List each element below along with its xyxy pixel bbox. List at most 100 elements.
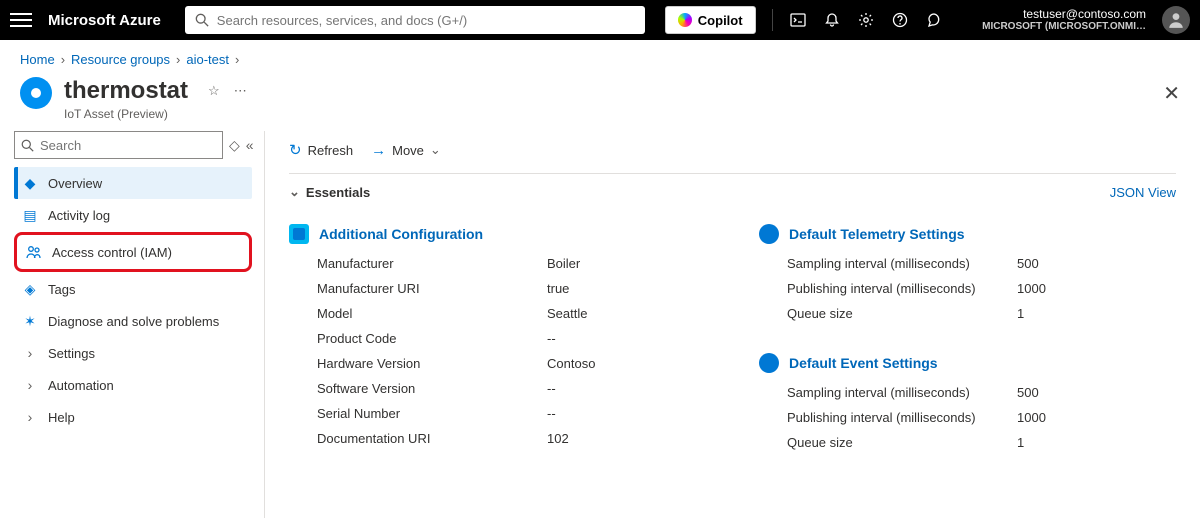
account-info[interactable]: testuser@contoso.com MICROSOFT (MICROSOF…	[982, 8, 1146, 32]
kv-row: Software Version--	[317, 381, 719, 396]
kv-row: ModelSeattle	[317, 306, 719, 321]
kv-key: Publishing interval (milliseconds)	[787, 410, 1017, 425]
global-search[interactable]	[185, 6, 645, 34]
kv-key: Manufacturer	[317, 256, 547, 271]
kv-value: 500	[1017, 256, 1039, 271]
more-icon[interactable]: ⋯	[234, 83, 247, 99]
kv-row: Serial Number--	[317, 406, 719, 421]
global-header: Microsoft Azure Copilot testuser@contoso…	[0, 0, 1200, 40]
kv-key: Manufacturer URI	[317, 281, 547, 296]
sidebar: ◇ « ◆ Overview ▤ Activity log Access con…	[0, 131, 260, 518]
sidebar-item-label: Automation	[48, 378, 114, 393]
breadcrumb: Home › Resource groups › aio-test ›	[0, 40, 1200, 73]
log-icon: ▤	[22, 207, 38, 223]
favorite-icon[interactable]: ☆	[208, 83, 220, 99]
person-icon	[1167, 11, 1185, 29]
kv-value: Contoso	[547, 356, 595, 371]
detail-sections: Additional Configuration ManufacturerBoi…	[289, 220, 1176, 460]
menu-toggle[interactable]	[10, 9, 32, 31]
gear-icon	[759, 353, 779, 373]
settings-icon[interactable]	[857, 11, 875, 29]
sidebar-item-label: Settings	[48, 346, 95, 361]
sidebar-search-input[interactable]	[40, 138, 216, 153]
cloud-shell-icon[interactable]	[789, 11, 807, 29]
close-button[interactable]: ✕	[1163, 81, 1180, 106]
kv-key: Sampling interval (milliseconds)	[787, 385, 1017, 400]
sidebar-item-label: Access control (IAM)	[52, 245, 172, 260]
brand-label: Microsoft Azure	[48, 12, 161, 29]
sidebar-item-label: Overview	[48, 176, 102, 191]
sidebar-item-settings[interactable]: › Settings	[14, 337, 252, 369]
kv-value: 500	[1017, 385, 1039, 400]
sidebar-item-tags[interactable]: ◈ Tags	[14, 273, 252, 305]
avatar[interactable]	[1162, 6, 1190, 34]
sidebar-search[interactable]	[14, 131, 223, 159]
kv-row: Sampling interval (milliseconds)500	[787, 385, 1189, 400]
move-button[interactable]: → Move ⌄	[371, 142, 441, 159]
feedback-icon[interactable]	[925, 11, 943, 29]
sidebar-item-access-control[interactable]: Access control (IAM)	[18, 236, 248, 268]
kv-key: Sampling interval (milliseconds)	[787, 256, 1017, 271]
top-utility-icons	[789, 11, 943, 29]
kv-row: Publishing interval (milliseconds)1000	[787, 410, 1189, 425]
collapse-sidebar-icon[interactable]: «	[246, 137, 254, 153]
kv-value: 102	[547, 431, 569, 446]
kv-value: Boiler	[547, 256, 580, 271]
sidebar-item-automation[interactable]: › Automation	[14, 369, 252, 401]
tag-icon: ◈	[22, 281, 38, 297]
sidebar-item-overview[interactable]: ◆ Overview	[14, 167, 252, 199]
copilot-icon	[678, 13, 692, 27]
kv-value: --	[547, 381, 556, 396]
sidebar-item-diagnose[interactable]: ✶ Diagnose and solve problems	[14, 305, 252, 337]
kv-key: Model	[317, 306, 547, 321]
chevron-right-icon: ›	[61, 52, 65, 67]
kv-row: ManufacturerBoiler	[317, 256, 719, 271]
refresh-button[interactable]: ↻ Refresh	[289, 141, 353, 159]
essentials-header[interactable]: ⌄ Essentials JSON View	[289, 174, 1176, 206]
annotation-highlight: Access control (IAM)	[14, 232, 252, 272]
sidebar-item-label: Help	[48, 410, 75, 425]
diagnose-icon: ✶	[22, 313, 38, 329]
section-title: Default Event Settings	[789, 355, 938, 371]
search-icon	[21, 139, 34, 152]
help-icon[interactable]	[891, 11, 909, 29]
sidebar-item-help[interactable]: › Help	[14, 401, 252, 433]
kv-row: Queue size1	[787, 435, 1189, 450]
command-bar: ↻ Refresh → Move ⌄	[289, 131, 1176, 174]
main-panel: ↻ Refresh → Move ⌄ ⌄ Essentials JSON Vie…	[264, 131, 1200, 518]
kv-row: Hardware VersionContoso	[317, 356, 719, 371]
copilot-label: Copilot	[698, 13, 743, 28]
breadcrumb-item[interactable]: Resource groups	[71, 52, 170, 67]
kv-row: Publishing interval (milliseconds)1000	[787, 281, 1189, 296]
section-title: Default Telemetry Settings	[789, 226, 965, 242]
section-title: Additional Configuration	[319, 226, 483, 242]
overview-icon: ◆	[22, 175, 38, 191]
refresh-label: Refresh	[308, 143, 354, 158]
copilot-button[interactable]: Copilot	[665, 6, 756, 34]
divider	[772, 9, 773, 31]
json-view-link[interactable]: JSON View	[1110, 185, 1176, 200]
move-label: Move	[392, 143, 424, 158]
refresh-icon: ↻	[289, 141, 302, 159]
chevron-right-icon: ›	[235, 52, 239, 67]
kv-key: Serial Number	[317, 406, 547, 421]
content-body: ◇ « ◆ Overview ▤ Activity log Access con…	[0, 131, 1200, 518]
global-search-input[interactable]	[217, 13, 635, 28]
kv-key: Documentation URI	[317, 431, 547, 446]
kv-value: 1	[1017, 435, 1024, 450]
kv-row: Manufacturer URItrue	[317, 281, 719, 296]
kv-key: Queue size	[787, 306, 1017, 321]
page-title: thermostat	[64, 77, 188, 105]
kv-value: --	[547, 331, 556, 346]
user-email: testuser@contoso.com	[982, 8, 1146, 21]
sidebar-item-label: Diagnose and solve problems	[48, 314, 219, 329]
kv-value: 1000	[1017, 410, 1046, 425]
breadcrumb-item[interactable]: aio-test	[186, 52, 229, 67]
sidebar-item-activity-log[interactable]: ▤ Activity log	[14, 199, 252, 231]
move-icon: →	[371, 142, 386, 159]
people-icon	[26, 244, 42, 260]
expand-toggle-icon[interactable]: ◇	[229, 137, 240, 154]
notifications-icon[interactable]	[823, 11, 841, 29]
page-subtitle: IoT Asset (Preview)	[64, 107, 188, 121]
breadcrumb-item[interactable]: Home	[20, 52, 55, 67]
